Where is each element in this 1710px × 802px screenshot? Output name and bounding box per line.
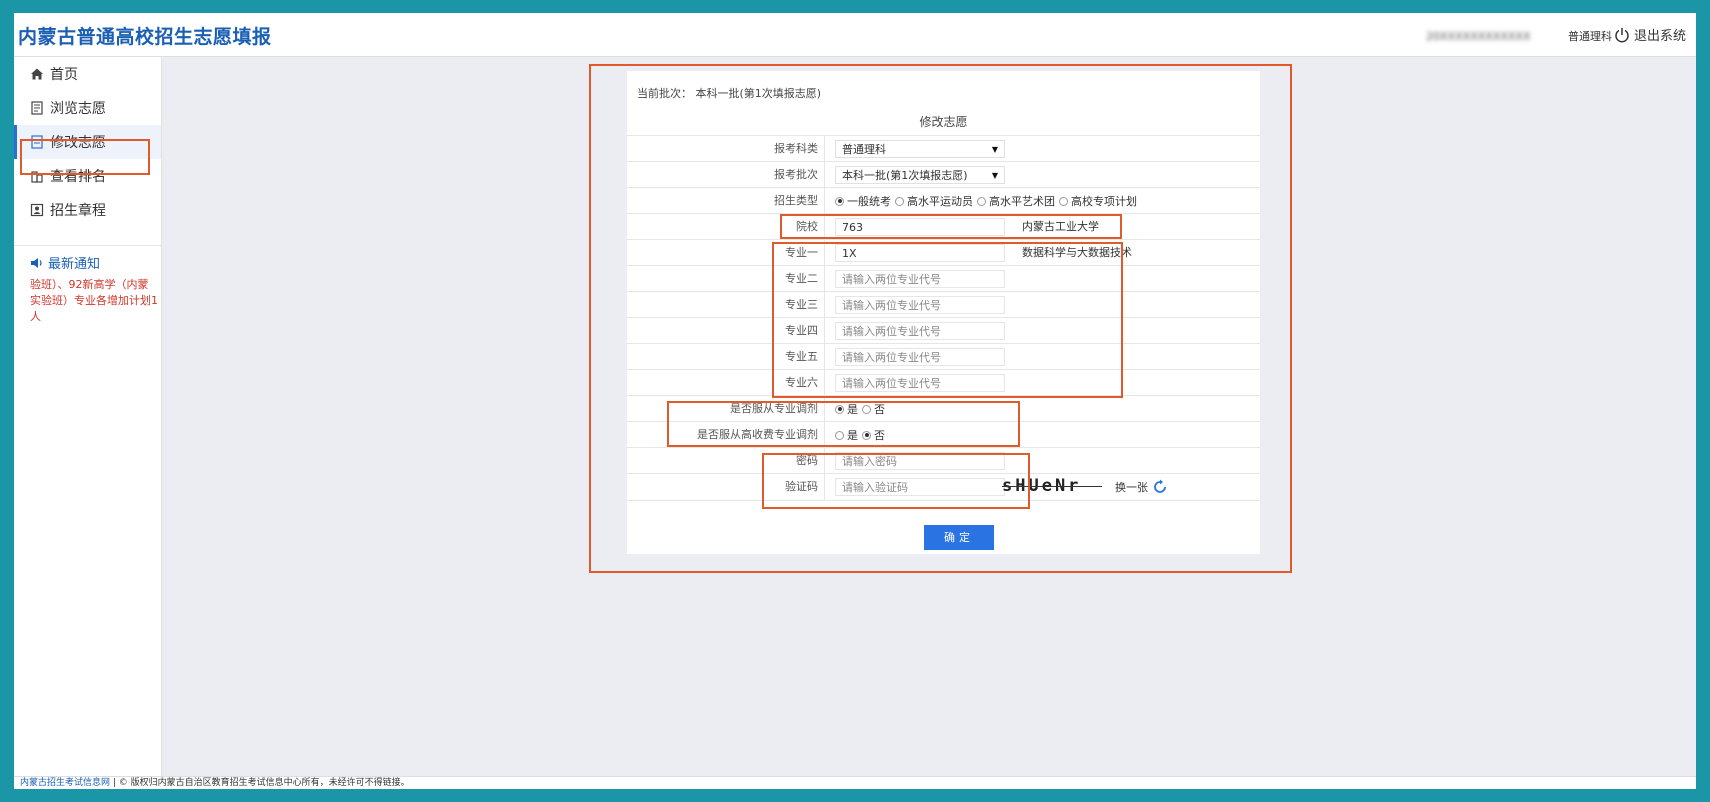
sidebar-item-home[interactable]: 首页	[14, 57, 161, 91]
sidebar-item-label: 首页	[50, 67, 78, 83]
sidebar-item-label: 招生章程	[50, 203, 106, 219]
profile-icon	[30, 203, 44, 217]
highlight-box	[20, 139, 150, 175]
footer-org-link[interactable]: 内蒙古招生考试信息网	[20, 778, 110, 788]
document-icon	[30, 101, 44, 115]
user-info: 20XXXXXXXXXXXX 普通理科	[1426, 28, 1612, 44]
sidebar-item-charter[interactable]: 招生章程	[14, 193, 161, 227]
site-title: 内蒙古普通高校招生志愿填报	[18, 26, 272, 48]
footer-copyright: | © 版权归内蒙古自治区教育招生考试信息中心所有，未经许可不得链接。	[112, 778, 410, 788]
user-subject: 普通理科	[1568, 30, 1612, 43]
highlight-box-obey	[667, 401, 1020, 447]
active-indicator	[14, 125, 17, 159]
sidebar-item-label: 浏览志愿	[50, 101, 106, 117]
power-icon	[1615, 27, 1629, 42]
footer: 内蒙古招生考试信息网 | © 版权归内蒙古自治区教育招生考试信息中心所有，未经许…	[14, 776, 1696, 789]
home-icon	[30, 67, 44, 81]
sidebar: 首页 浏览志愿 修改志愿 查看排名 招生章程 最新通知 验班）、92新高学（内蒙…	[14, 57, 162, 776]
notice-text: 验班）、92新高学（内蒙实验班）专业各增加计划1人	[30, 278, 158, 323]
sidebar-item-browse[interactable]: 浏览志愿	[14, 91, 161, 125]
speaker-icon	[31, 257, 42, 268]
highlight-box-school	[780, 214, 1122, 239]
app-screen: 内蒙古普通高校招生志愿填报 20XXXXXXXXXXXX 普通理科 退出系统 首…	[14, 13, 1696, 789]
highlight-box-credentials	[762, 453, 1030, 509]
user-id: 20XXXXXXXXXXXX	[1426, 30, 1531, 43]
notice-title[interactable]: 最新通知	[30, 253, 100, 272]
divider	[14, 245, 161, 246]
logout-button[interactable]: 退出系统	[1614, 25, 1686, 44]
top-header: 内蒙古普通高校招生志愿填报 20XXXXXXXXXXXX 普通理科 退出系统	[14, 13, 1696, 57]
highlight-box-majors	[772, 242, 1123, 398]
logout-label: 退出系统	[1633, 29, 1686, 44]
